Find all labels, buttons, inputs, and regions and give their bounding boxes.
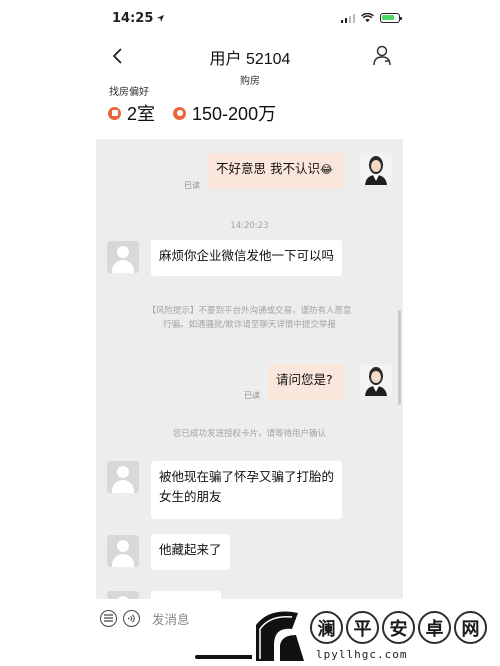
emoji-icon: 😂 — [319, 163, 333, 176]
price-icon — [173, 106, 187, 120]
preference-price-value: 150-200万 — [192, 104, 277, 124]
chat-area[interactable]: 不好意思 我不认识😂 已读 14:20:23 麻烦你企业微信发他一下可以吗 【风… — [96, 139, 403, 599]
wifi-icon — [361, 13, 374, 23]
user-profile-icon[interactable] — [372, 44, 392, 66]
watermark-url: lpyllhgc.com — [316, 648, 408, 661]
authorization-notice: 您已成功发送授权卡片，请等待用户确认 — [172, 429, 326, 439]
message-bubble-incoming[interactable]: 被他现在骗了怀孕又骗了打胎的 女生的朋友 — [151, 461, 343, 519]
message-bubble-incoming[interactable]: 麻烦你企业微信发他一下可以吗 — [151, 240, 343, 276]
avatar[interactable] — [360, 153, 392, 185]
watermark-char: 网 — [454, 611, 487, 644]
avatar[interactable] — [107, 241, 139, 273]
read-receipt: 已读 — [184, 181, 200, 190]
page-title: 用户 52104 — [209, 51, 291, 68]
watermark-char: 澜 — [310, 611, 343, 644]
location-arrow-icon — [157, 14, 165, 22]
watermark-logo-icon — [252, 605, 306, 663]
timestamp: 14:20:23 — [230, 221, 269, 231]
signal-icon — [340, 13, 355, 23]
avatar[interactable] — [107, 535, 139, 567]
message-text: 请问您是? — [276, 372, 333, 387]
page-subtitle: 购房 — [240, 76, 260, 87]
battery-charging-icon — [380, 13, 402, 23]
message-text-line-2: 女生的朋友 — [159, 489, 222, 504]
watermark: 澜 平 安 卓 网 lpyllhgc.com — [252, 605, 492, 663]
watermark-char: 平 — [346, 611, 379, 644]
status-icons — [340, 13, 402, 23]
message-bubble-incoming-partial — [151, 591, 221, 599]
list-icon[interactable] — [100, 609, 117, 627]
preference-rooms: 2室 — [108, 100, 155, 126]
message-text-line-1: 被他现在骗了怀孕又骗了打胎的 — [159, 469, 335, 484]
message-input[interactable]: 发消息 — [152, 609, 190, 628]
watermark-char: 卓 — [418, 611, 451, 644]
read-receipt: 已读 — [244, 391, 260, 400]
nav-bar: 用户 52104 — [0, 40, 500, 72]
preference-label: 找房偏好 — [109, 87, 149, 98]
risk-notice: 【风险提示】不要到平台外沟通或交易，谨防有人恶意 行骗。如遇骚扰/欺诈请至聊天详… — [96, 304, 403, 332]
risk-notice-line-2: 行骗。如遇骚扰/欺诈请至聊天详情中提交举报 — [163, 320, 336, 330]
preferences-row: 2室 150-200万 — [108, 100, 288, 126]
voice-icon[interactable] — [123, 609, 140, 627]
status-time-group: 14:25 — [112, 11, 165, 26]
message-text: 麻烦你企业微信发他一下可以吗 — [159, 248, 335, 263]
status-time: 14:25 — [112, 10, 154, 26]
message-text: 他藏起来了 — [159, 542, 222, 557]
message-bubble-incoming[interactable]: 他藏起来了 — [151, 534, 230, 570]
house-icon — [108, 106, 121, 120]
avatar[interactable] — [360, 364, 392, 396]
message-bubble-outgoing[interactable]: 请问您是? — [268, 364, 345, 400]
risk-notice-line-1: 【风险提示】不要到平台外沟通或交易，谨防有人恶意 — [147, 306, 352, 316]
preference-price: 150-200万 — [173, 100, 276, 126]
preference-rooms-value: 2室 — [127, 104, 156, 124]
chat-scrollbar[interactable] — [398, 310, 401, 405]
avatar[interactable] — [107, 591, 139, 599]
status-bar: 14:25 — [0, 0, 500, 36]
watermark-chars: 澜 平 安 卓 网 — [310, 611, 487, 644]
avatar[interactable] — [107, 461, 139, 493]
watermark-char: 安 — [382, 611, 415, 644]
message-bubble-outgoing[interactable]: 不好意思 我不认识😂 — [208, 153, 345, 189]
message-text: 不好意思 我不认识 — [216, 161, 320, 176]
